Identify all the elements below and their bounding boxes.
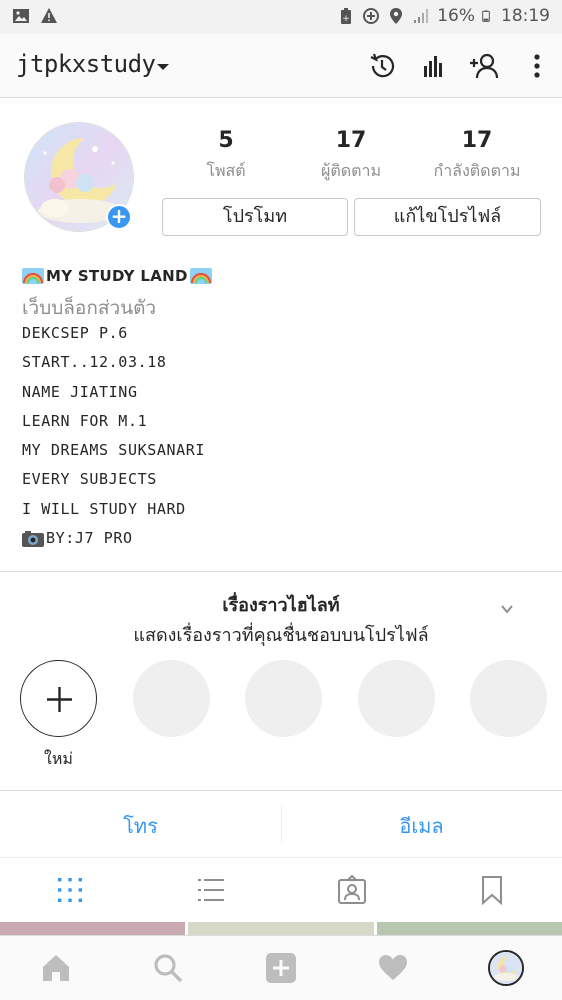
list-view-icon[interactable] [195, 874, 227, 906]
bio-line: START..12.03.18 [22, 353, 167, 372]
warning-icon [41, 8, 57, 23]
search-icon[interactable] [152, 952, 184, 984]
insights-icon[interactable] [418, 50, 450, 82]
new-highlight-label: ใหม่ [44, 749, 73, 768]
highlight-placeholder [470, 660, 547, 737]
followers-label: ผู้ติดตาม [320, 161, 382, 180]
following-count: 17 [461, 128, 493, 153]
more-icon[interactable] [521, 50, 553, 82]
battery-saver-icon: + [341, 8, 352, 24]
data-saver-icon [363, 8, 380, 24]
bio-line: EVERY SUBJECTS [22, 470, 157, 489]
highlight-placeholder [358, 660, 435, 737]
bio-line-text: BY:J7 PRO [46, 529, 133, 548]
signal-icon [414, 9, 429, 23]
rainbow-icon [189, 268, 212, 284]
grid-view-icon[interactable] [54, 874, 86, 906]
battery-icon [482, 10, 490, 22]
following-label: กำลังติดตาม [433, 161, 521, 180]
add-person-icon[interactable] [468, 50, 500, 82]
chevron-down-icon[interactable] [500, 602, 514, 616]
image-icon [13, 9, 29, 23]
edit-profile-button[interactable]: แก้ไขโปรไฟล์ [354, 198, 541, 236]
bio-line: I WILL STUDY HARD [22, 499, 186, 518]
saved-bookmark-icon[interactable] [476, 874, 508, 906]
highlights-title: เรื่องราวไฮไลท์ [222, 595, 340, 616]
bio-line: NAME JIATING [22, 382, 138, 401]
add-story-badge-icon[interactable]: + [106, 204, 132, 230]
followers-count: 17 [335, 128, 367, 153]
bio-title-text: MY STUDY LAND [46, 267, 188, 285]
status-bar: + 16% 18:19 [0, 0, 562, 34]
email-button[interactable]: อีเมล [281, 810, 562, 842]
bio-title: MY STUDY LAND [22, 265, 212, 287]
username-switcher[interactable]: jtpkxstudy [16, 50, 156, 78]
rainbow-icon [22, 268, 44, 284]
chevron-down-icon[interactable] [157, 64, 169, 70]
bio-line: LEARN FOR M.1 [22, 411, 148, 430]
heart-icon[interactable] [377, 952, 409, 984]
stat-posts[interactable]: 5 โพสต์ [161, 128, 291, 184]
post-thumbnail[interactable] [376, 922, 562, 936]
history-icon[interactable] [366, 50, 398, 82]
bio-category: เว็บบล็อกส่วนตัว [22, 297, 157, 319]
battery-percent: 16% [437, 6, 475, 26]
avatar-image [490, 952, 522, 984]
highlight-placeholder [133, 660, 210, 737]
stat-followers[interactable]: 17 ผู้ติดตาม [286, 128, 416, 184]
tagged-photos-icon[interactable] [336, 874, 368, 906]
svg-text:+: + [342, 14, 350, 24]
bio-line: DEKCSEP P.6 [22, 324, 128, 342]
camera-icon [22, 530, 44, 547]
bio-line: MY DREAMS SUKSANARI [22, 441, 205, 460]
home-icon[interactable] [40, 952, 72, 984]
highlight-placeholder [245, 660, 322, 737]
divider [0, 790, 562, 791]
bio-line-camera: BY:J7 PRO [22, 524, 212, 553]
divider [0, 857, 562, 858]
new-post-icon[interactable] [265, 952, 297, 984]
posts-label: โพสต์ [206, 161, 246, 180]
stat-following[interactable]: 17 กำลังติดตาม [412, 128, 542, 184]
bottom-navigation [0, 935, 562, 1000]
profile-tab-avatar[interactable] [488, 950, 524, 986]
post-thumbnail[interactable] [188, 922, 374, 936]
divider [0, 571, 562, 572]
posts-count: 5 [218, 128, 234, 153]
clock: 18:19 [501, 6, 550, 26]
profile-bio: MY STUDY LAND เว็บบล็อกส่วนตัว DEKCSEP P… [22, 265, 212, 553]
post-thumbnail[interactable] [0, 922, 186, 936]
profile-header: jtpkxstudy [0, 34, 562, 98]
location-icon [390, 8, 403, 24]
post-grid [0, 922, 562, 936]
new-highlight-button[interactable] [20, 660, 97, 737]
plus-icon [47, 687, 72, 712]
call-button[interactable]: โทร [0, 810, 281, 842]
profile-avatar[interactable]: + [24, 122, 136, 234]
promote-button[interactable]: โปรโมท [162, 198, 348, 236]
highlights-subtitle: แสดงเรื่องราวที่คุณชื่นชอบบนโปรไฟล์ [133, 625, 429, 646]
